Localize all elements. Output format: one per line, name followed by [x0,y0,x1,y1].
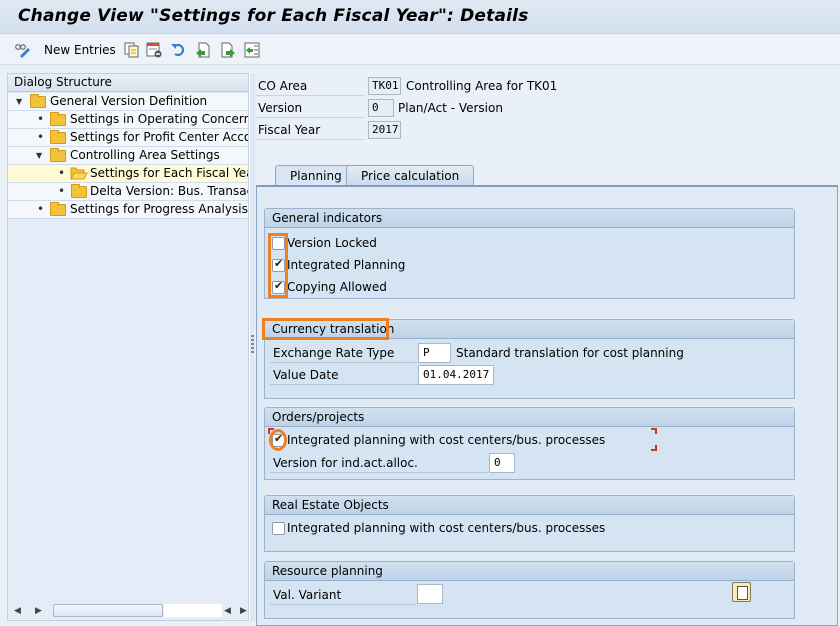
new-entries-button[interactable]: New Entries [44,41,116,59]
undo-button[interactable] [170,41,186,59]
next-entry-icon [220,42,236,58]
integrated-planning-label: Integrated Planning [287,258,406,272]
copy-button[interactable] [124,41,140,59]
select-all-button[interactable] [244,41,260,59]
display-change-icon [14,42,30,58]
tab-price-calculation[interactable]: Price calculation [346,165,475,186]
display-change-button[interactable] [14,41,30,59]
orders-projects-group: Orders/projects Integrated planning with… [264,407,795,480]
delete-icon [146,42,162,58]
resource-planning-group: Resource planning Val. Variant [264,561,795,619]
planning-tab-panel: General indicators Version Locked Integr… [256,185,838,626]
select-all-icon [244,42,260,58]
tab-planning[interactable]: Planning [275,165,357,186]
folder-icon [50,148,66,162]
folder-icon [71,184,87,198]
page-title: Change View "Settings for Each Fiscal Ye… [18,6,529,26]
previous-entry-button[interactable] [195,41,211,59]
scrollbar-track[interactable] [164,604,222,617]
fiscal-year-label: Fiscal Year [255,120,365,140]
tree-item-controlling-area-settings[interactable]: ▼ Controlling Area Settings [8,147,248,165]
bullet-icon: • [37,202,45,216]
folder-icon [50,112,66,126]
scroll-left-icon[interactable]: ◀ [224,606,231,616]
resource-planning-title: Resource planning [265,562,794,581]
horizontal-scrollbar[interactable]: ◀ ▶ ◀ ▶ [8,602,248,620]
folder-icon [30,94,46,108]
scrollbar-thumb[interactable] [53,604,163,617]
general-indicators-group: General indicators Version Locked Integr… [264,208,795,299]
co-area-field: TK01 [368,77,401,95]
version-field: 0 [368,99,394,117]
expand-arrow-icon[interactable]: ▼ [16,93,22,110]
value-date-label: Value Date [270,365,418,385]
tree-item-delta-version[interactable]: • Delta Version: Bus. Transactions [8,183,248,201]
folder-icon [50,202,66,216]
tree-item-progress-analysis[interactable]: • Settings for Progress Analysis (Projec… [8,201,248,219]
panel-splitter[interactable] [249,73,255,621]
version-ind-act-alloc-label: Version for ind.act.alloc. [270,453,488,473]
scroll-right-icon[interactable]: ▶ [240,606,247,616]
version-locked-label: Version Locked [287,236,377,250]
exchange-rate-type-description: Standard translation for cost planning [456,346,684,360]
dialog-structure-panel: Dialog Structure ▼ General Version Defin… [7,73,249,621]
value-date-input[interactable]: 01.04.2017 [418,365,494,385]
tree-item-general-version-definition[interactable]: ▼ General Version Definition [8,93,248,111]
scroll-right-icon[interactable]: ▶ [35,606,42,616]
dialog-structure-header: Dialog Structure [8,74,248,92]
bullet-icon: • [37,112,45,126]
co-area-label: CO Area [255,76,365,96]
copying-allowed-label: Copying Allowed [287,280,387,294]
real-estate-objects-group: Real Estate Objects Integrated planning … [264,495,795,552]
val-variant-label: Val. Variant [270,585,416,605]
expand-arrow-icon[interactable]: ▼ [36,147,42,164]
real-estate-objects-title: Real Estate Objects [265,496,794,515]
tree-item-settings-operating-concern[interactable]: • Settings in Operating Concern [8,111,248,129]
co-area-description: Controlling Area for TK01 [406,79,558,93]
val-variant-input[interactable] [417,584,443,604]
bullet-icon: • [58,166,66,180]
application-toolbar: New Entries [0,35,840,65]
version-label: Version [255,98,365,118]
title-bar: Change View "Settings for Each Fiscal Ye… [0,0,840,34]
version-description: Plan/Act - Version [398,101,503,115]
real-estate-integrated-planning-checkbox[interactable] [272,522,285,535]
bullet-icon: • [58,184,66,198]
orders-projects-title: Orders/projects [265,408,794,427]
undo-icon [170,42,186,58]
focus-corner-top-left [268,428,274,434]
folder-icon [50,130,66,144]
checkbox-highlight-annotation [268,233,288,298]
copy-icon [124,42,140,58]
orders-integrated-planning-label: Integrated planning with cost centers/bu… [287,433,606,447]
real-estate-integrated-planning-label: Integrated planning with cost centers/bu… [287,521,606,535]
fiscal-year-field: 2017 [368,121,401,139]
document-icon[interactable] [732,582,751,602]
currency-translation-group: Currency translation Exchange Rate Type … [262,318,795,399]
currency-title-highlight-annotation [262,318,389,340]
exchange-rate-type-input[interactable]: P [418,343,451,363]
splitter-grip-icon[interactable] [251,335,254,353]
tree-item-settings-each-fiscal-year[interactable]: • Settings for Each Fiscal Year [8,165,248,183]
previous-entry-icon [195,42,211,58]
focus-corner-top-right [651,428,657,434]
focus-corner-bottom-right [651,445,657,451]
delete-button[interactable] [146,41,162,59]
tree-item-settings-profit-center[interactable]: • Settings for Profit Center Accounting [8,129,248,147]
general-indicators-title: General indicators [265,209,794,228]
scroll-left-icon[interactable]: ◀ [14,606,21,616]
bullet-icon: • [37,130,45,144]
open-folder-icon [70,166,88,182]
next-entry-button[interactable] [220,41,236,59]
exchange-rate-type-label: Exchange Rate Type [270,343,418,363]
version-ind-act-alloc-input[interactable]: 0 [489,453,515,473]
